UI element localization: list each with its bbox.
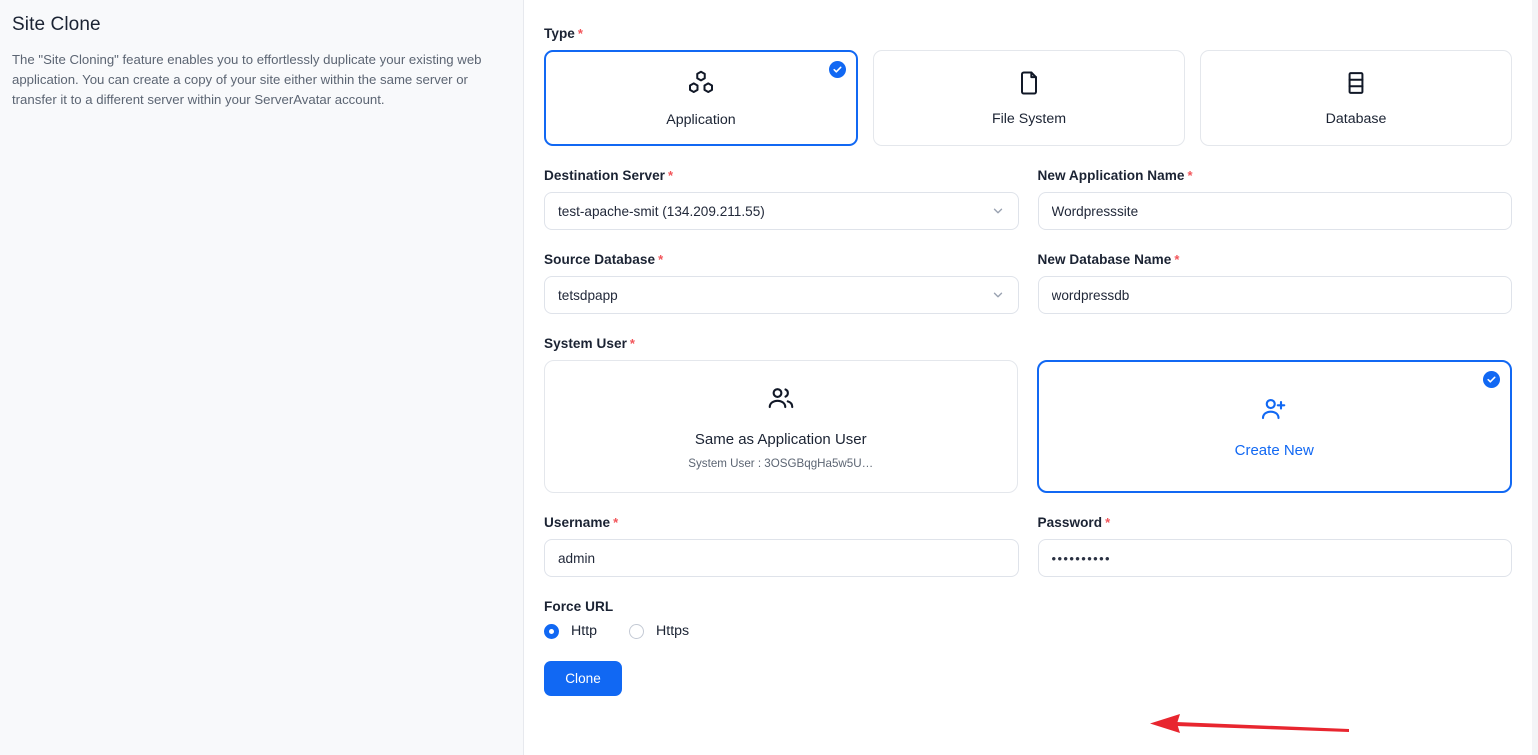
- type-card-application[interactable]: Application: [544, 50, 858, 146]
- row-username-password: Username * admin Password * ••••••••••: [544, 515, 1512, 599]
- system-user-label-text: System User: [544, 336, 627, 351]
- field-username: Username * admin: [544, 515, 1019, 577]
- type-card-label: Application: [666, 112, 736, 128]
- required-marker: *: [629, 336, 636, 351]
- source-database-select[interactable]: tetsdpapp: [544, 276, 1019, 314]
- required-marker: *: [577, 26, 584, 41]
- type-label: Type *: [544, 26, 1512, 41]
- new-database-name-label-text: New Database Name: [1037, 252, 1172, 267]
- force-url-option-label: Https: [656, 623, 690, 639]
- chevron-down-icon: [991, 204, 1005, 218]
- site-clone-form: Type * Application File System Database …: [524, 0, 1538, 755]
- sidebar-info-panel: Site Clone The "Site Cloning" feature en…: [0, 0, 524, 755]
- password-value: ••••••••••: [1051, 550, 1112, 566]
- field-password: Password * ••••••••••: [1037, 515, 1513, 577]
- source-database-value: tetsdpapp: [558, 287, 618, 303]
- page-description: The "Site Cloning" feature enables you t…: [12, 52, 482, 107]
- site-clone-page: Site Clone The "Site Cloning" feature en…: [0, 0, 1538, 755]
- new-database-name-input[interactable]: wordpressdb: [1037, 276, 1512, 314]
- destination-server-label-text: Destination Server: [544, 168, 666, 183]
- password-input[interactable]: ••••••••••: [1037, 539, 1512, 577]
- database-icon: [1342, 69, 1370, 102]
- destination-server-value: test-apache-smit (134.209.211.55): [558, 203, 765, 219]
- chevron-down-icon: [991, 288, 1005, 302]
- new-database-name-label: New Database Name *: [1038, 252, 1513, 267]
- type-card-label: File System: [991, 111, 1067, 127]
- required-marker: *: [1187, 168, 1193, 183]
- check-icon: [1483, 371, 1500, 388]
- force-url-label: Force URL: [544, 599, 614, 614]
- annotation-arrow: [1150, 714, 1349, 733]
- new-application-name-label: New Application Name *: [1038, 168, 1513, 183]
- force-url-option-http[interactable]: Http: [544, 623, 597, 639]
- required-marker: *: [658, 252, 664, 267]
- radio-http[interactable]: [544, 623, 559, 639]
- clone-button[interactable]: Clone: [544, 661, 622, 696]
- new-database-name-value: wordpressdb: [1051, 287, 1130, 303]
- username-input[interactable]: admin: [544, 539, 1019, 577]
- new-application-name-label-text: New Application Name: [1037, 168, 1185, 183]
- new-application-name-value: Wordpresssite: [1051, 203, 1139, 219]
- username-value: admin: [558, 550, 596, 566]
- type-label-text: Type: [544, 26, 575, 41]
- system-user-label: System User *: [544, 336, 1512, 351]
- row-destination-appname: Destination Server * test-apache-smit (13…: [544, 168, 1512, 252]
- type-card-label: Database: [1325, 111, 1387, 127]
- field-new-application-name: New Application Name * Wordpresssite: [1037, 168, 1513, 230]
- users-icon: [766, 383, 796, 418]
- system-user-card-same-as-application[interactable]: Same as Application User System User : 3…: [544, 360, 1018, 493]
- system-user-card-sublabel: System User : 3OSGBqgHa5w5U…: [688, 457, 874, 470]
- required-marker: *: [613, 515, 619, 530]
- required-marker: *: [1105, 515, 1111, 530]
- required-marker: *: [1174, 252, 1180, 267]
- system-user-card-create-new[interactable]: Create New: [1036, 360, 1512, 493]
- force-url-options: Http Https: [544, 623, 1512, 639]
- source-database-label: Source Database *: [544, 252, 1019, 267]
- file-icon: [1015, 69, 1043, 102]
- password-label-text: Password: [1037, 515, 1103, 530]
- page-title: Site Clone: [12, 14, 101, 35]
- field-destination-server: Destination Server * test-apache-smit (13…: [544, 168, 1019, 230]
- required-marker: *: [668, 168, 674, 183]
- field-source-database: Source Database * tetsdpapp: [544, 252, 1019, 314]
- source-database-label-text: Source Database: [544, 252, 656, 267]
- system-user-options: Same as Application User System User : 3…: [544, 360, 1512, 493]
- type-card-database[interactable]: Database: [1200, 50, 1512, 146]
- radio-https[interactable]: [629, 623, 645, 639]
- boxes-icon: [686, 68, 716, 103]
- force-url-option-https[interactable]: Https: [629, 623, 689, 639]
- system-user-card-label: Same as Application User: [694, 431, 867, 448]
- field-new-database-name: New Database Name * wordpressdb: [1037, 252, 1513, 314]
- check-icon: [829, 61, 846, 78]
- user-plus-icon: [1259, 394, 1289, 429]
- destination-server-select[interactable]: test-apache-smit (134.209.211.55): [544, 192, 1019, 230]
- system-user-card-label: Create New: [1234, 442, 1314, 459]
- password-label: Password *: [1038, 515, 1513, 530]
- username-label: Username *: [544, 515, 1019, 530]
- force-url-option-label: Http: [571, 623, 598, 639]
- type-card-file-system[interactable]: File System: [873, 50, 1185, 146]
- type-options: Application File System Database: [544, 50, 1512, 146]
- new-application-name-input[interactable]: Wordpresssite: [1037, 192, 1512, 230]
- username-label-text: Username: [544, 515, 611, 530]
- row-sourcedb-newdb: Source Database * tetsdpapp New Database …: [544, 252, 1512, 336]
- destination-server-label: Destination Server *: [544, 168, 1019, 183]
